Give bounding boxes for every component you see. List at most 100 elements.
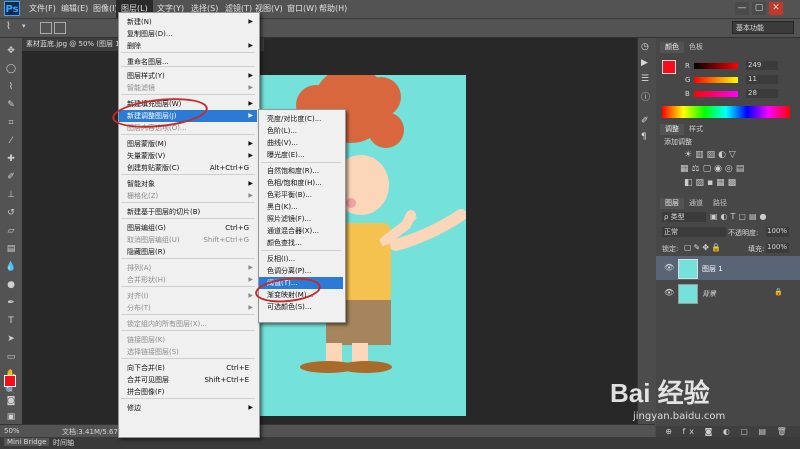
adjustment-menu-item[interactable]: 颜色查找... (259, 237, 343, 249)
screen-mode-icon[interactable]: ▣ (4, 410, 18, 424)
b-value[interactable]: 28 (746, 89, 778, 98)
brush-tool-icon[interactable]: ✐ (4, 170, 18, 184)
adjustment-menu-item[interactable]: 色调分离(P)... (259, 265, 343, 277)
tab-timeline[interactable]: 时间轴 (50, 438, 77, 448)
adjustment-menu-item[interactable]: 反相(I)... (259, 253, 343, 265)
layer-row-background[interactable]: 👁 背景 🔒 (656, 281, 800, 305)
adjustment-menu-item[interactable]: 黑白(K)... (259, 201, 343, 213)
actions-icon[interactable]: ▶ (641, 58, 648, 68)
blend-mode-select[interactable]: 正常 (662, 227, 726, 237)
foreground-swatch[interactable] (662, 60, 676, 74)
opacity-input[interactable]: 100% (766, 227, 789, 237)
fill-input[interactable]: 100% (766, 243, 789, 253)
layer-menu-item[interactable]: 图层蒙版(M) ▶ (119, 138, 257, 150)
menu-9[interactable]: 帮助(H) (314, 0, 352, 18)
info-icon[interactable]: ⓘ (641, 90, 650, 103)
adjustment-menu-item[interactable]: 曝光度(E)... (259, 149, 343, 161)
eyedropper-icon[interactable]: ⁄ (4, 134, 18, 148)
properties-icon[interactable]: ☰ (641, 74, 649, 84)
blur-tool-icon[interactable]: 💧 (4, 260, 18, 274)
close-button[interactable]: ✕ (769, 2, 783, 15)
tab-mini-bridge[interactable]: Mini Bridge (4, 438, 50, 446)
r-slider[interactable] (694, 63, 738, 69)
layer-menu-item[interactable]: 智能对象 ▶ (119, 178, 257, 190)
lasso-tool-icon[interactable]: ⌇ (4, 80, 18, 94)
paragraph-icon[interactable]: ¶ (641, 132, 647, 142)
adjustment-menu-item[interactable]: 亮度/对比度(C)... (259, 113, 343, 125)
layer-menu-item[interactable]: 拼合图像(F) (119, 386, 257, 398)
lock-icons[interactable]: ▢✎✥🔒 (684, 243, 723, 252)
lasso-icon[interactable]: ⌇ (6, 21, 11, 32)
brush-icon[interactable]: ✐ (641, 116, 649, 126)
adjustment-menu-item[interactable]: 色阶(L)... (259, 125, 343, 137)
healing-brush-icon[interactable]: ✚ (4, 152, 18, 166)
layer-menu-item[interactable]: 修边 ▶ (119, 402, 257, 414)
tab-channels[interactable]: 通道 (684, 198, 708, 209)
layer-kind-filter[interactable]: ρ 类型 (662, 212, 706, 222)
eraser-icon[interactable]: ▱ (4, 224, 18, 238)
quick-select-icon[interactable]: ✎ (4, 98, 18, 112)
b-slider[interactable] (694, 91, 738, 97)
adjustment-icons-row1[interactable]: ☀▥▨◐▽ (684, 150, 774, 160)
quick-mask-icon[interactable]: ◙ (4, 394, 18, 408)
tab-swatches[interactable]: 色板 (684, 42, 708, 53)
workspace-select[interactable]: 基本功能 (732, 21, 794, 34)
marquee-tool-icon[interactable]: ◯ (4, 62, 18, 76)
chevron-down-icon[interactable]: ▾ (22, 22, 26, 30)
layer-menu-item[interactable]: 隐藏图层(R) (119, 246, 257, 258)
adjustment-menu-item[interactable]: 可选颜色(S)... (259, 301, 343, 313)
history-icon[interactable]: ◷ (641, 42, 649, 52)
gradient-tool-icon[interactable]: ▤ (4, 242, 18, 256)
crop-tool-icon[interactable]: ⌗ (4, 116, 18, 130)
adjustment-menu-item[interactable]: 色彩平衡(B)... (259, 189, 343, 201)
minimize-button[interactable]: — (735, 2, 749, 15)
layer-menu-item[interactable]: 向下合并(E) Ctrl+E (119, 362, 257, 374)
add-selection-icon[interactable] (54, 22, 66, 34)
adjustment-menu-item[interactable]: 自然饱和度(R)... (259, 165, 343, 177)
visibility-eye-icon[interactable]: 👁 (664, 263, 674, 272)
adjustment-menu-item[interactable]: 曲线(V)... (259, 137, 343, 149)
layer-filter-icons[interactable]: ▣◐T▢▤● (710, 212, 770, 221)
pen-tool-icon[interactable]: ✒ (4, 296, 18, 310)
maximize-button[interactable]: ▢ (752, 2, 766, 15)
path-select-icon[interactable]: ➤ (4, 332, 18, 346)
r-label: R (685, 62, 690, 70)
menu-item-label: 矢量蒙版(V) (127, 152, 166, 160)
doc-info[interactable]: 文档:3.41M/5.67M (62, 427, 124, 437)
layer-menu-item[interactable]: 合并可见图层 Shift+Ctrl+E (119, 374, 257, 386)
adjustment-menu-item[interactable]: 通道混合器(X)... (259, 225, 343, 237)
foreground-color-swatch[interactable] (4, 375, 16, 387)
color-spectrum[interactable] (662, 106, 790, 118)
adjustment-menu-item[interactable]: 照片滤镜(F)... (259, 213, 343, 225)
layer-row-layer1[interactable]: 👁 图层 1 (656, 256, 800, 280)
layer-menu-item[interactable]: 新建基于图层的切片(B) (119, 206, 257, 218)
layer-menu-item[interactable]: 删除 ▶ (119, 40, 257, 52)
layer-menu-item[interactable]: 重命名图层... (119, 56, 257, 68)
layer-menu-item[interactable]: 图层样式(Y) ▶ (119, 70, 257, 82)
layer-menu-item[interactable]: 创建剪贴蒙版(C) Alt+Ctrl+G (119, 162, 257, 174)
adjustment-menu-item[interactable]: 色相/饱和度(H)... (259, 177, 343, 189)
type-tool-icon[interactable]: T (4, 314, 18, 328)
dodge-tool-icon[interactable]: ● (4, 278, 18, 292)
layer-menu-item[interactable]: 图层编组(G) Ctrl+G (119, 222, 257, 234)
g-value[interactable]: 11 (746, 75, 778, 84)
tab-adjustments[interactable]: 调整 (660, 124, 684, 135)
stamp-tool-icon[interactable]: ⊥ (4, 188, 18, 202)
visibility-eye-icon[interactable]: 👁 (664, 288, 674, 297)
layer-menu-item[interactable]: 矢量蒙版(V) ▶ (119, 150, 257, 162)
layer-menu-item[interactable]: 新建(N) ▶ (119, 16, 257, 28)
history-brush-icon[interactable]: ↺ (4, 206, 18, 220)
tab-styles[interactable]: 样式 (684, 124, 708, 135)
zoom-level[interactable]: 50% (4, 427, 20, 435)
g-slider[interactable] (694, 77, 738, 83)
tab-paths[interactable]: 路径 (708, 198, 732, 209)
tab-color[interactable]: 颜色 (660, 42, 684, 53)
layer-menu-item[interactable]: 复制图层(D)... (119, 28, 257, 40)
r-value[interactable]: 249 (746, 61, 778, 70)
new-selection-icon[interactable] (40, 22, 52, 34)
move-tool-icon[interactable]: ✥ (4, 44, 18, 58)
shape-tool-icon[interactable]: ▭ (4, 350, 18, 364)
tab-layers[interactable]: 图层 (660, 198, 684, 209)
adjustment-icons-row3[interactable]: ◧▨▪▦▩ (684, 178, 774, 188)
adjustment-icons-row2[interactable]: ▦⚖▢◉◎▤ (680, 164, 780, 174)
